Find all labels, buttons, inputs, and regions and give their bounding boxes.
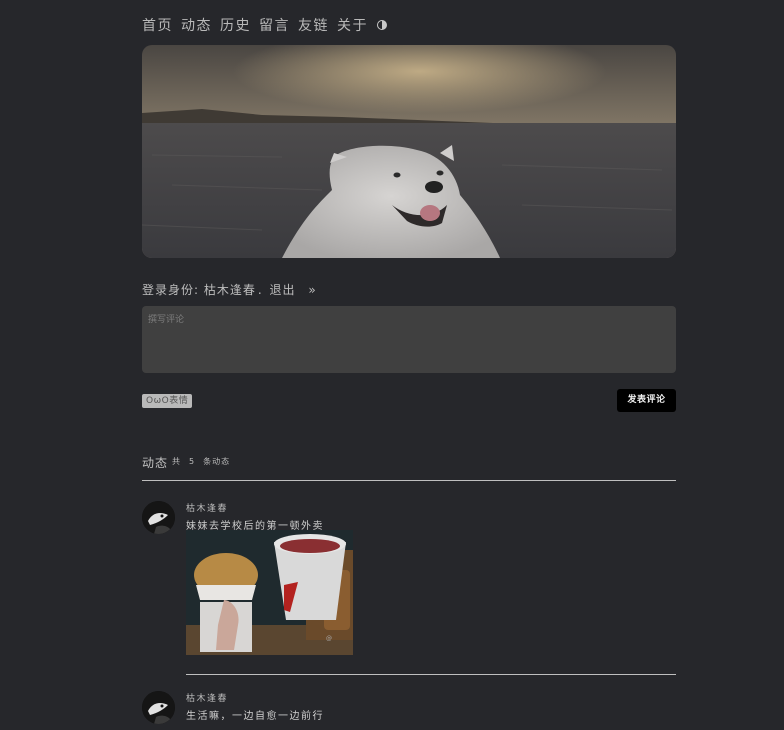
feed-header: 动态共 5 条动态 bbox=[142, 452, 230, 471]
arrow-icon[interactable]: » bbox=[308, 283, 316, 297]
logout-link[interactable]: 退出 bbox=[270, 283, 296, 297]
comment-input[interactable] bbox=[148, 312, 670, 367]
feed-title: 动态 bbox=[142, 456, 169, 470]
feed-count-suffix: 条动态 bbox=[203, 457, 231, 466]
svg-text:@: @ bbox=[326, 635, 332, 642]
nav-friends[interactable]: 友链 bbox=[298, 15, 329, 35]
login-separator: . bbox=[257, 283, 263, 297]
submit-comment-button[interactable]: 发表评论 bbox=[617, 389, 676, 412]
avatar[interactable] bbox=[142, 501, 175, 534]
half-moon-icon[interactable] bbox=[377, 20, 387, 30]
nav-about[interactable]: 关于 bbox=[337, 15, 368, 35]
nav-guestbook[interactable]: 留言 bbox=[259, 15, 290, 35]
nav-history[interactable]: 历史 bbox=[220, 15, 251, 35]
emoji-button[interactable]: OωO表情 bbox=[142, 394, 193, 408]
hero-banner-image bbox=[142, 45, 676, 258]
feed-count: 共 5 条动态 bbox=[172, 457, 230, 466]
top-nav: 首页 动态 历史 留言 友链 关于 bbox=[142, 15, 387, 35]
nav-moments[interactable]: 动态 bbox=[181, 15, 212, 35]
login-username[interactable]: 枯木逢春 bbox=[204, 283, 256, 297]
post-text: 生活嘛，一边自愈一边前行 bbox=[186, 711, 324, 722]
feed-count-prefix: 共 bbox=[172, 457, 182, 466]
post-author[interactable]: 枯木逢春 bbox=[186, 691, 228, 704]
login-prefix: 登录身份: bbox=[142, 283, 200, 297]
divider bbox=[142, 480, 676, 481]
post-author[interactable]: 枯木逢春 bbox=[186, 501, 228, 514]
login-status: 登录身份: 枯木逢春. 退出 » bbox=[142, 281, 317, 298]
comment-box bbox=[142, 306, 676, 373]
nav-home[interactable]: 首页 bbox=[142, 15, 173, 35]
divider bbox=[186, 674, 676, 675]
post-image[interactable]: @ bbox=[186, 530, 353, 655]
avatar[interactable] bbox=[142, 691, 175, 724]
feed-count-number: 5 bbox=[189, 457, 196, 466]
